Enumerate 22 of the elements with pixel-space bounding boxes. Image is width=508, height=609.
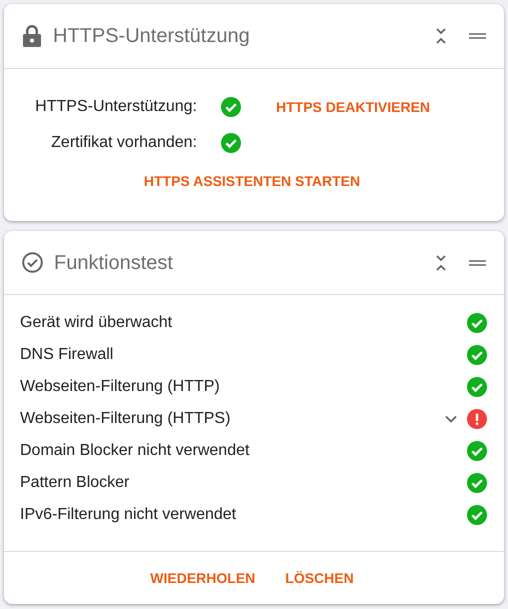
collapse-icon[interactable] [435,254,447,272]
chevron-down-icon[interactable] [445,415,457,423]
test-label: Webseiten-Filterung (HTTP) [20,377,221,397]
test-label: IPv6-Filterung nicht verwendet [20,505,238,525]
card-title: Funktionstest [54,250,174,276]
delete-button[interactable]: LÖSCHEN [281,566,358,590]
test-label: Gerät wird überwacht [20,313,174,333]
field-label: Zertifikat vorhanden: [50,133,197,153]
test-label: Pattern Blocker [20,473,130,493]
test-label: Webseiten-Filterung (HTTPS) [20,409,232,429]
retry-button[interactable]: WIEDERHOLEN [146,566,260,590]
test-label: Domain Blocker nicht verwendet [20,441,250,461]
check-circle-icon [22,252,43,273]
drag-handle-icon[interactable] [469,260,486,266]
test-label: DNS Firewall [20,345,114,365]
start-wizard-button[interactable]: HTTPS ASSISTENTEN STARTEN [138,169,366,194]
disable-https-button[interactable]: HTTPS DEAKTIVIEREN [276,96,430,118]
drag-handle-icon[interactable] [469,33,486,39]
card-title: HTTPS-Unterstützung [53,24,251,49]
collapse-icon[interactable] [435,27,447,45]
field-label: HTTPS-Unterstützung: [34,97,197,117]
lock-icon [23,25,41,47]
